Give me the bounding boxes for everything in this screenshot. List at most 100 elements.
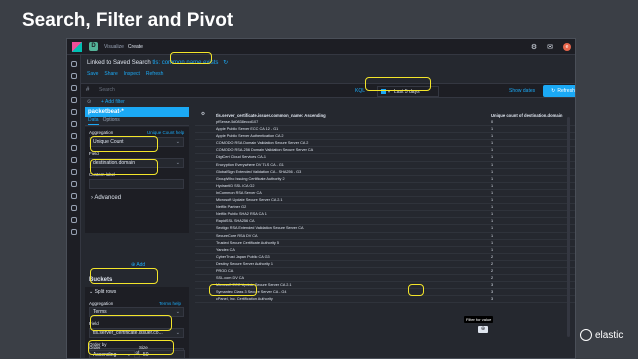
split-column-icon[interactable]: ⚙ [201, 111, 205, 117]
count-cell[interactable]: 1 [491, 248, 493, 252]
issuer-cell[interactable]: Apple Public Server Authentication CA 2 [216, 134, 284, 138]
col-header-issuer[interactable]: tls.server_certificate.issuer.common_nam… [216, 113, 326, 118]
col-header-count[interactable]: Unique count of destination.domain [491, 113, 562, 118]
unique-count-help-link[interactable]: Unique Count help [147, 130, 184, 135]
count-cell[interactable]: 1 [491, 234, 493, 238]
issuer-cell[interactable]: Trusted Secure Certificate Authority 5 [216, 241, 279, 245]
issuer-cell[interactable]: Yandex CA [216, 248, 235, 252]
filter-options-icon[interactable]: ⊙ [87, 99, 91, 105]
share-button[interactable]: Share [104, 71, 117, 77]
count-cell[interactable]: 2 [491, 269, 493, 273]
metric-aggregation-select[interactable]: Unique Count ⌄ [89, 137, 184, 147]
inspect-button[interactable]: Inspect [124, 71, 140, 77]
add-metric-button[interactable]: ⊕ Add [131, 262, 145, 268]
count-cell[interactable]: 1 [491, 127, 493, 131]
count-cell[interactable]: 3 [491, 283, 493, 287]
saved-query-icon[interactable]: # [86, 87, 89, 93]
refresh-link[interactable]: Refresh [146, 71, 164, 77]
issuer-cell[interactable]: Microsoft Update Secure Server CA 2.1 [216, 198, 282, 202]
bucket-aggregation-select[interactable]: Terms ⌄ [89, 307, 184, 317]
count-cell[interactable]: 1 [491, 134, 493, 138]
uptime-icon[interactable] [70, 181, 77, 187]
discover-icon[interactable] [70, 73, 77, 79]
issuer-cell[interactable]: Symantec Class 3 Secure Server CA - G4 [216, 290, 286, 294]
devtools-icon[interactable] [70, 205, 77, 211]
count-cell[interactable]: 0 [491, 120, 493, 124]
search-input[interactable]: Search [99, 87, 115, 93]
apm-icon[interactable] [70, 169, 77, 175]
issuer-cell[interactable]: Encryption Everywhere DV TLS CA - G1 [216, 163, 284, 167]
issuer-cell[interactable]: Microsoft ECC Update Secure Server CA 2.… [216, 283, 292, 287]
split-rows-toggle[interactable]: ⌄ Split rows [89, 289, 116, 295]
scrollbar[interactable] [567, 117, 570, 337]
issuer-cell[interactable]: COMODO RSA-256 Domain Validation Secure … [216, 148, 313, 152]
issuer-cell[interactable]: Destiny Secure Server Authority 1 [216, 262, 273, 266]
saved-search-link[interactable]: tls: common name exists [152, 60, 218, 66]
advanced-toggle[interactable]: › Advanced [91, 195, 121, 201]
metric-field-select[interactable]: destination.domain ⌄ [89, 158, 184, 168]
count-cell[interactable]: 1 [491, 141, 493, 145]
issuer-cell[interactable]: InCommon RSA Server CA [216, 191, 262, 195]
visualize-icon[interactable] [70, 85, 77, 91]
count-cell[interactable]: 1 [491, 148, 493, 152]
infra-icon[interactable] [70, 145, 77, 151]
count-cell[interactable]: 1 [491, 177, 493, 181]
count-cell[interactable]: 1 [491, 163, 493, 167]
count-cell[interactable]: 1 [491, 184, 493, 188]
canvas-icon[interactable] [70, 109, 77, 115]
issuer-cell[interactable]: SecureCore RSA DV CA [216, 234, 258, 238]
show-dates-link[interactable]: Show dates [509, 88, 535, 94]
terms-help-link[interactable]: Terms help [159, 301, 181, 306]
filter-for-value-icon[interactable]: ⊕ [478, 326, 488, 333]
issuer-cell[interactable]: GlobalSign Extended Validation CA - SHA2… [216, 170, 301, 174]
add-filter-link[interactable]: + Add filter [101, 99, 125, 105]
help-icon[interactable]: ✉ [547, 43, 553, 51]
tab-options[interactable]: Options [103, 117, 120, 125]
count-cell[interactable]: 1 [491, 191, 493, 195]
breadcrumb-visualize[interactable]: Visualize [104, 44, 124, 50]
refresh-button[interactable]: ↻ Refresh [543, 85, 575, 97]
issuer-cell[interactable]: PROD CA [216, 269, 233, 273]
dashboard-icon[interactable] [70, 97, 77, 103]
issuer-cell[interactable]: cPanel, Inc. Certification Authority [216, 297, 273, 301]
count-cell[interactable]: 3 [491, 290, 493, 294]
chevron-down-icon[interactable]: ▾ [388, 89, 390, 94]
monitoring-icon[interactable] [70, 217, 77, 223]
management-icon[interactable] [70, 229, 77, 235]
issuer-cell[interactable]: GroupWho Issuing Certificate Authority 2 [216, 177, 285, 181]
unlink-icon[interactable]: ↻ [223, 60, 228, 66]
settings-icon[interactable]: ⚙ [531, 43, 537, 51]
issuer-cell[interactable]: COMODO RSA Domain Validation Secure Serv… [216, 141, 308, 145]
issuer-cell[interactable]: Netflix Partner G2 [216, 205, 246, 209]
issuer-cell[interactable]: Netflix Public SHA2 RSA CA 1 [216, 212, 267, 216]
issuer-cell[interactable]: CyberTrust Japan Public CA G3 [216, 255, 270, 259]
tab-data[interactable]: Data [88, 117, 99, 125]
count-cell[interactable]: 3 [491, 297, 493, 301]
issuer-cell[interactable]: Apple Public Server ECC CA 12 - G1 [216, 127, 278, 131]
count-cell[interactable]: 2 [491, 276, 493, 280]
issuer-cell[interactable]: SSL.com DV CA [216, 276, 244, 280]
logs-icon[interactable] [70, 157, 77, 163]
count-cell[interactable]: 1 [491, 226, 493, 230]
count-cell[interactable]: 2 [491, 262, 493, 266]
issuer-cell[interactable]: pfSense-5d0838eccd107 [216, 120, 258, 124]
save-button[interactable]: Save [87, 71, 98, 77]
count-cell[interactable]: 1 [491, 219, 493, 223]
space-badge[interactable]: D [89, 42, 98, 51]
bucket-field-select[interactable]: tls.server_certificate.issuer.co... ⌄ [89, 328, 184, 338]
count-cell[interactable]: 2 [491, 255, 493, 259]
count-cell[interactable]: 1 [491, 205, 493, 209]
time-picker[interactable]: ▾ Last 5 days [377, 86, 439, 97]
custom-label-input[interactable] [89, 179, 184, 189]
issuer-cell[interactable]: Sectigo RSA Extended Validation Secure S… [216, 226, 304, 230]
maps-icon[interactable] [70, 121, 77, 127]
kql-toggle[interactable]: KQL [355, 88, 365, 94]
issuer-cell[interactable]: DigiCert Cloud Services CA-1 [216, 155, 266, 159]
avatar[interactable]: e [563, 42, 571, 51]
count-cell[interactable]: 1 [491, 198, 493, 202]
count-cell[interactable]: 1 [491, 170, 493, 174]
count-cell[interactable]: 1 [491, 241, 493, 245]
issuer-cell[interactable]: RapidSSL SHA256 CA [216, 219, 254, 223]
recent-icon[interactable] [70, 61, 77, 67]
time-range[interactable]: Last 5 days [394, 89, 420, 95]
